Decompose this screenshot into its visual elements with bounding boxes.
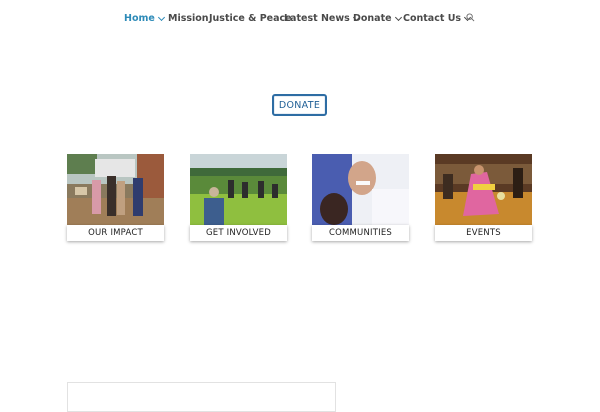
nav-item-latest-news[interactable]: Latest News <box>284 11 360 25</box>
nav-item-label: Contact Us <box>403 12 462 24</box>
bottom-content-panel <box>67 382 336 412</box>
nav-item-mission[interactable]: Mission <box>168 11 209 25</box>
card-label-text: OUR IMPACT <box>88 228 143 238</box>
events-photo <box>435 154 532 225</box>
card-events[interactable]: EVENTS <box>435 154 532 241</box>
communities-photo <box>312 154 409 225</box>
nav-item-contact-us[interactable]: Contact Us <box>403 11 472 25</box>
nav-item-label: Home <box>124 12 155 24</box>
donate-button-label: DONATE <box>278 99 321 111</box>
card-label: COMMUNITIES <box>312 225 409 241</box>
main-navigation: Home Mission Justice & Peace Latest News… <box>0 0 600 34</box>
card-label-text: GET INVOLVED <box>205 228 271 238</box>
card-label-text: EVENTS <box>466 228 501 238</box>
card-label: EVENTS <box>435 225 532 241</box>
search-icon[interactable] <box>466 13 475 22</box>
chevron-down-icon <box>157 13 165 21</box>
card-our-impact[interactable]: OUR IMPACT <box>67 154 164 241</box>
donate-button[interactable]: DONATE <box>272 94 327 116</box>
card-get-involved[interactable]: GET INVOLVED <box>190 154 287 241</box>
our-impact-photo <box>67 154 164 225</box>
nav-item-label: Mission <box>168 12 209 24</box>
get-involved-photo <box>190 154 287 225</box>
nav-item-label: Latest News <box>284 12 350 24</box>
nav-item-label: Justice & Peace <box>209 12 292 24</box>
nav-item-justice-peace[interactable]: Justice & Peace <box>209 11 292 25</box>
chevron-down-icon <box>394 13 402 21</box>
card-label: OUR IMPACT <box>67 225 164 241</box>
nav-item-home[interactable]: Home <box>124 11 165 25</box>
card-label: GET INVOLVED <box>190 225 287 241</box>
nav-item-label: Donate <box>353 12 392 24</box>
card-label-text: COMMUNITIES <box>328 228 393 238</box>
card-communities[interactable]: COMMUNITIES <box>312 154 409 241</box>
nav-item-donate[interactable]: Donate <box>353 11 402 25</box>
